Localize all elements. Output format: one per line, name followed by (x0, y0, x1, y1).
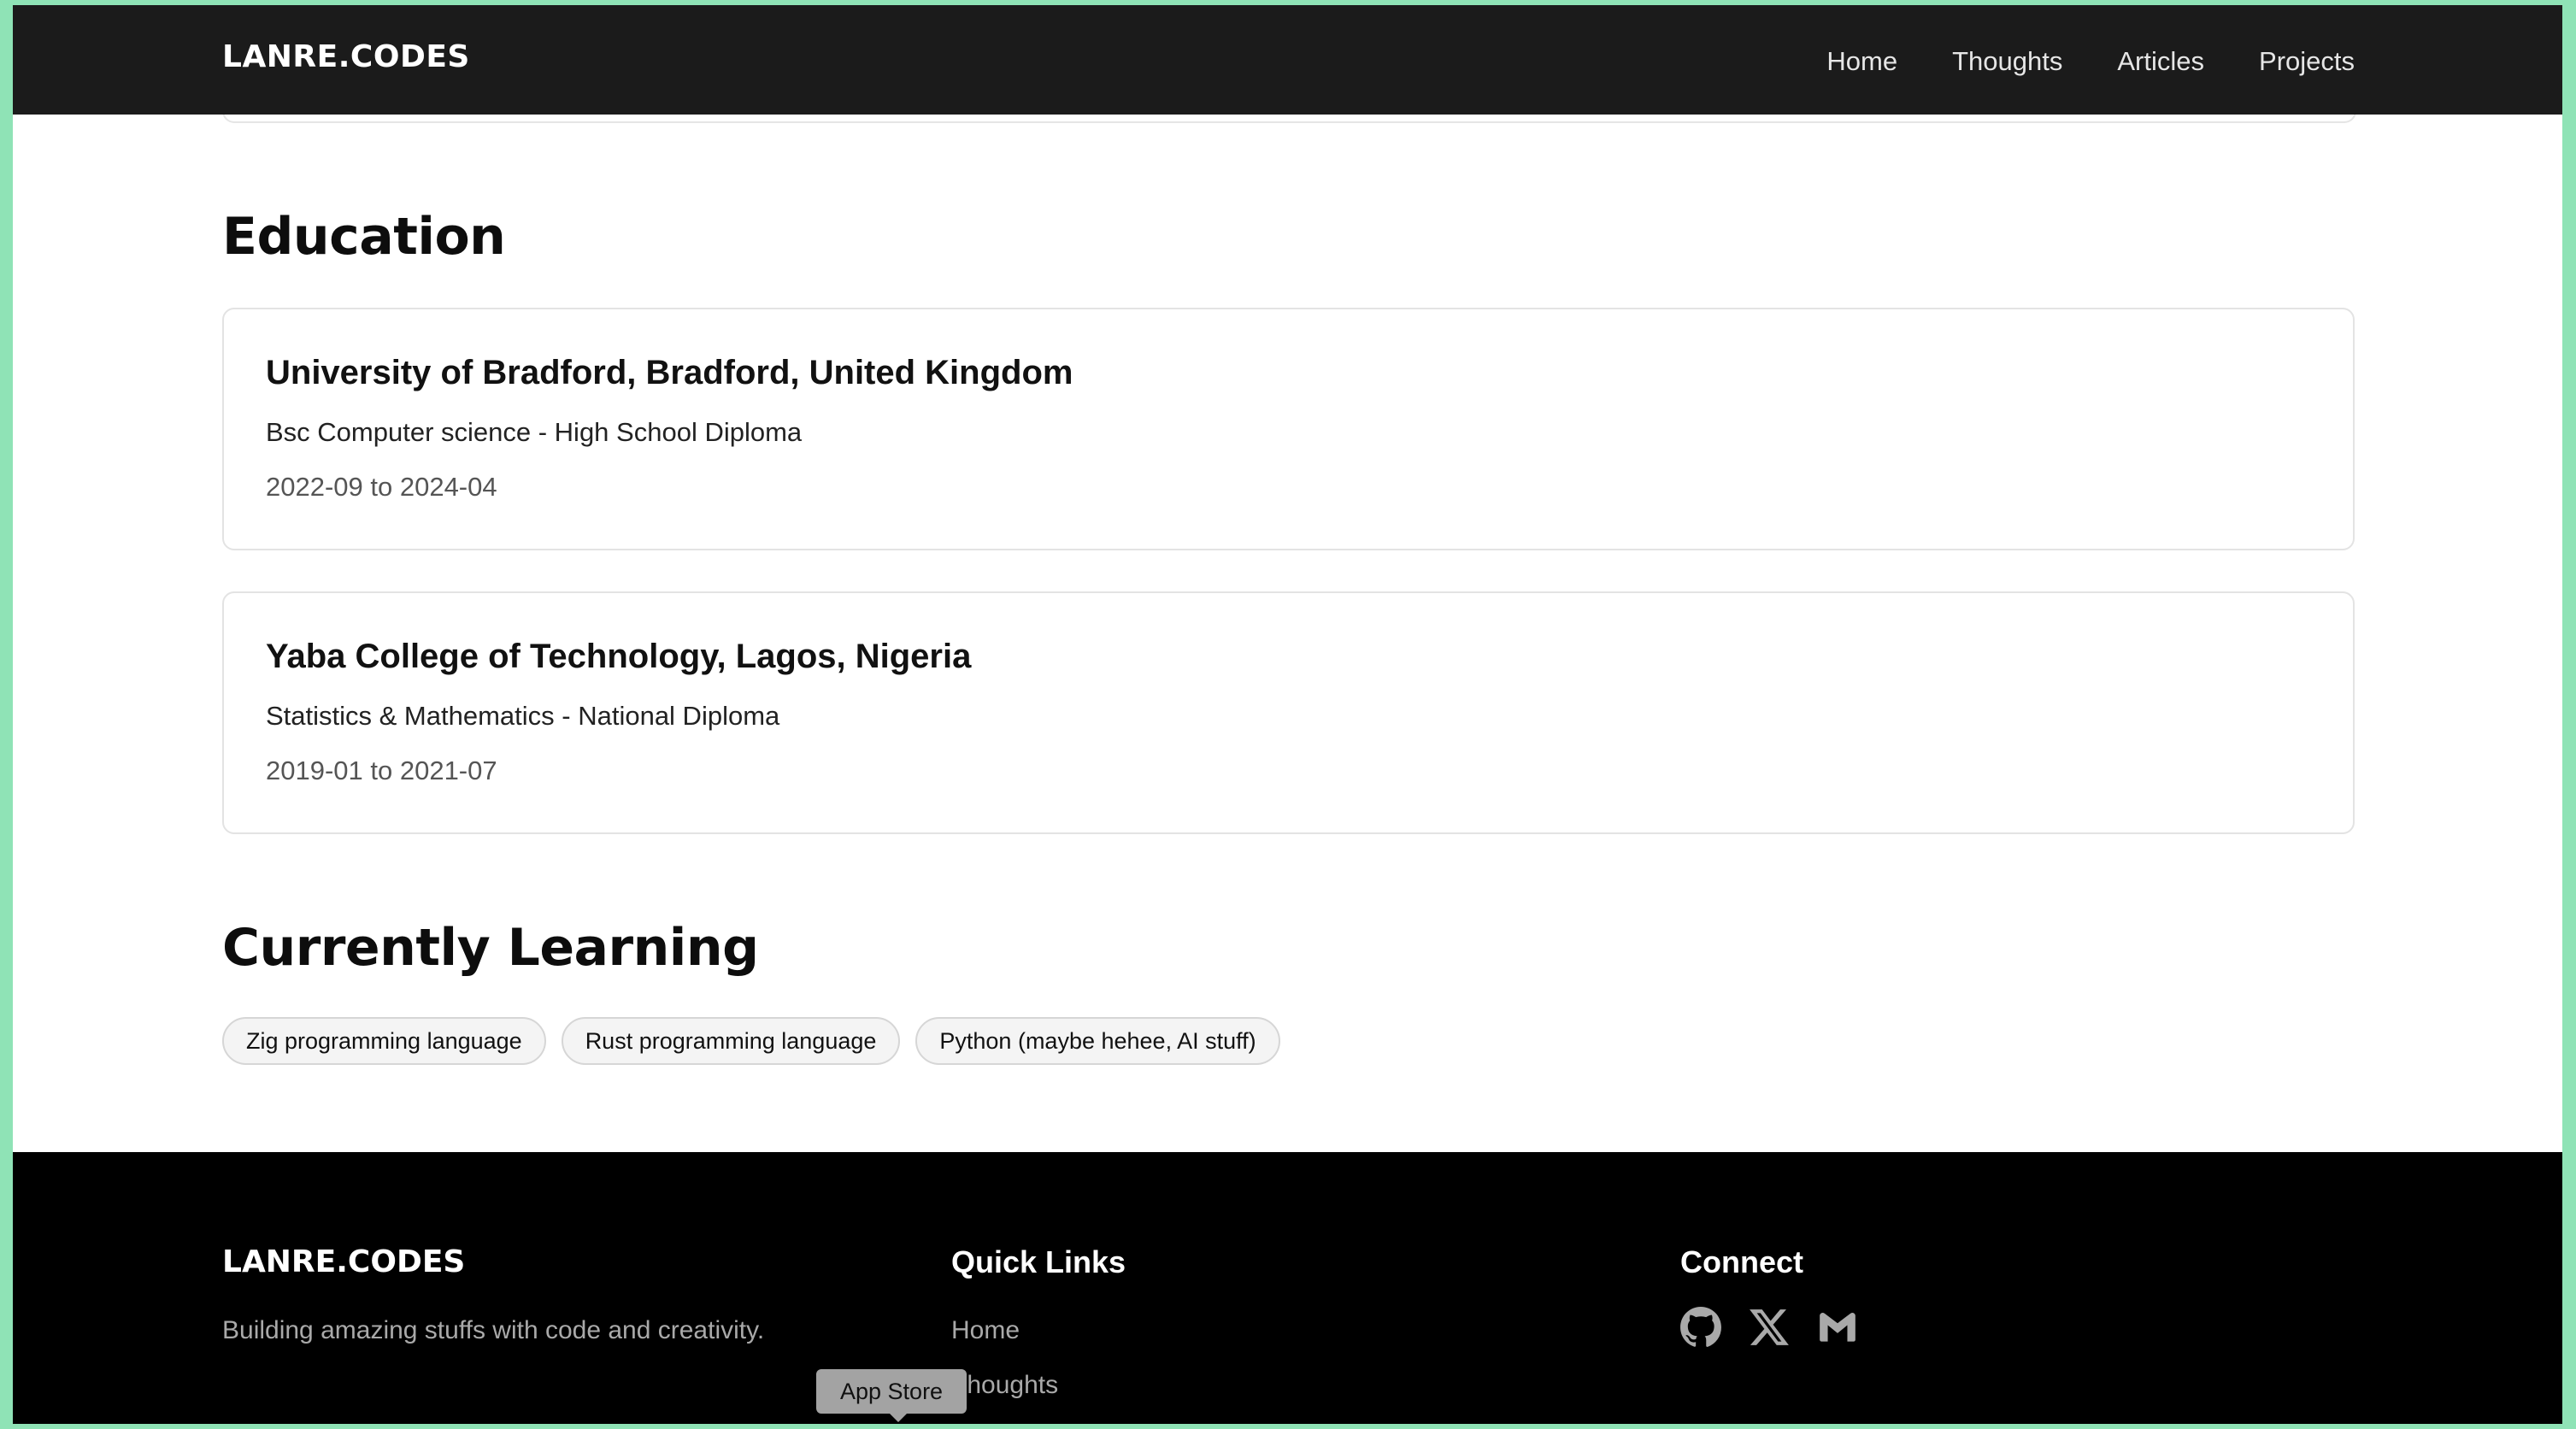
education-heading: Education (222, 207, 506, 267)
nav-link-articles[interactable]: Articles (2117, 46, 2204, 77)
site-logo[interactable]: LANRE.CODES (222, 39, 470, 74)
education-institution: Yaba College of Technology, Lagos, Niger… (266, 638, 972, 675)
browser-viewport: LANRE.CODES Home Thoughts Articles Proje… (13, 5, 2562, 1424)
quick-links-heading: Quick Links (951, 1244, 1126, 1279)
github-icon[interactable] (1679, 1306, 1722, 1349)
education-card: University of Bradford, Bradford, United… (222, 308, 2355, 550)
nav-link-thoughts[interactable]: Thoughts (1952, 46, 2062, 77)
education-degree: Statistics & Mathematics - National Dipl… (266, 701, 780, 731)
education-dates: 2019-01 to 2021-07 (266, 756, 497, 785)
top-navbar: LANRE.CODES Home Thoughts Articles Proje… (13, 5, 2562, 115)
site-footer: LANRE.CODES Building amazing stuffs with… (13, 1152, 2562, 1424)
footer-tagline: Building amazing stuffs with code and cr… (222, 1316, 765, 1344)
education-institution: University of Bradford, Bradford, United… (266, 354, 1073, 391)
connect-heading: Connect (1680, 1244, 1803, 1279)
app-store-tooltip: App Store (816, 1369, 967, 1422)
education-card: Yaba College of Technology, Lagos, Niger… (222, 591, 2355, 834)
nav-links: Home Thoughts Articles Projects (1826, 46, 2355, 77)
social-links (1679, 1306, 1859, 1349)
nav-link-projects[interactable]: Projects (2259, 46, 2355, 77)
learning-chip: Zig programming language (222, 1017, 546, 1065)
x-icon[interactable] (1748, 1306, 1791, 1349)
learning-chip: Rust programming language (561, 1017, 901, 1065)
education-degree: Bsc Computer science - High School Diplo… (266, 417, 803, 447)
learning-chip-list: Zig programming language Rust programmin… (222, 1017, 1280, 1065)
footer-link-home[interactable]: Home (951, 1316, 1020, 1345)
gmail-icon[interactable] (1816, 1306, 1859, 1349)
nav-link-home[interactable]: Home (1826, 46, 1897, 77)
currently-learning-heading: Currently Learning (222, 918, 759, 978)
footer-logo[interactable]: LANRE.CODES (222, 1244, 465, 1279)
learning-chip: Python (maybe hehee, AI stuff) (915, 1017, 1280, 1065)
education-dates: 2022-09 to 2024-04 (266, 472, 497, 502)
footer-link-thoughts[interactable]: Thoughts (951, 1371, 1058, 1400)
